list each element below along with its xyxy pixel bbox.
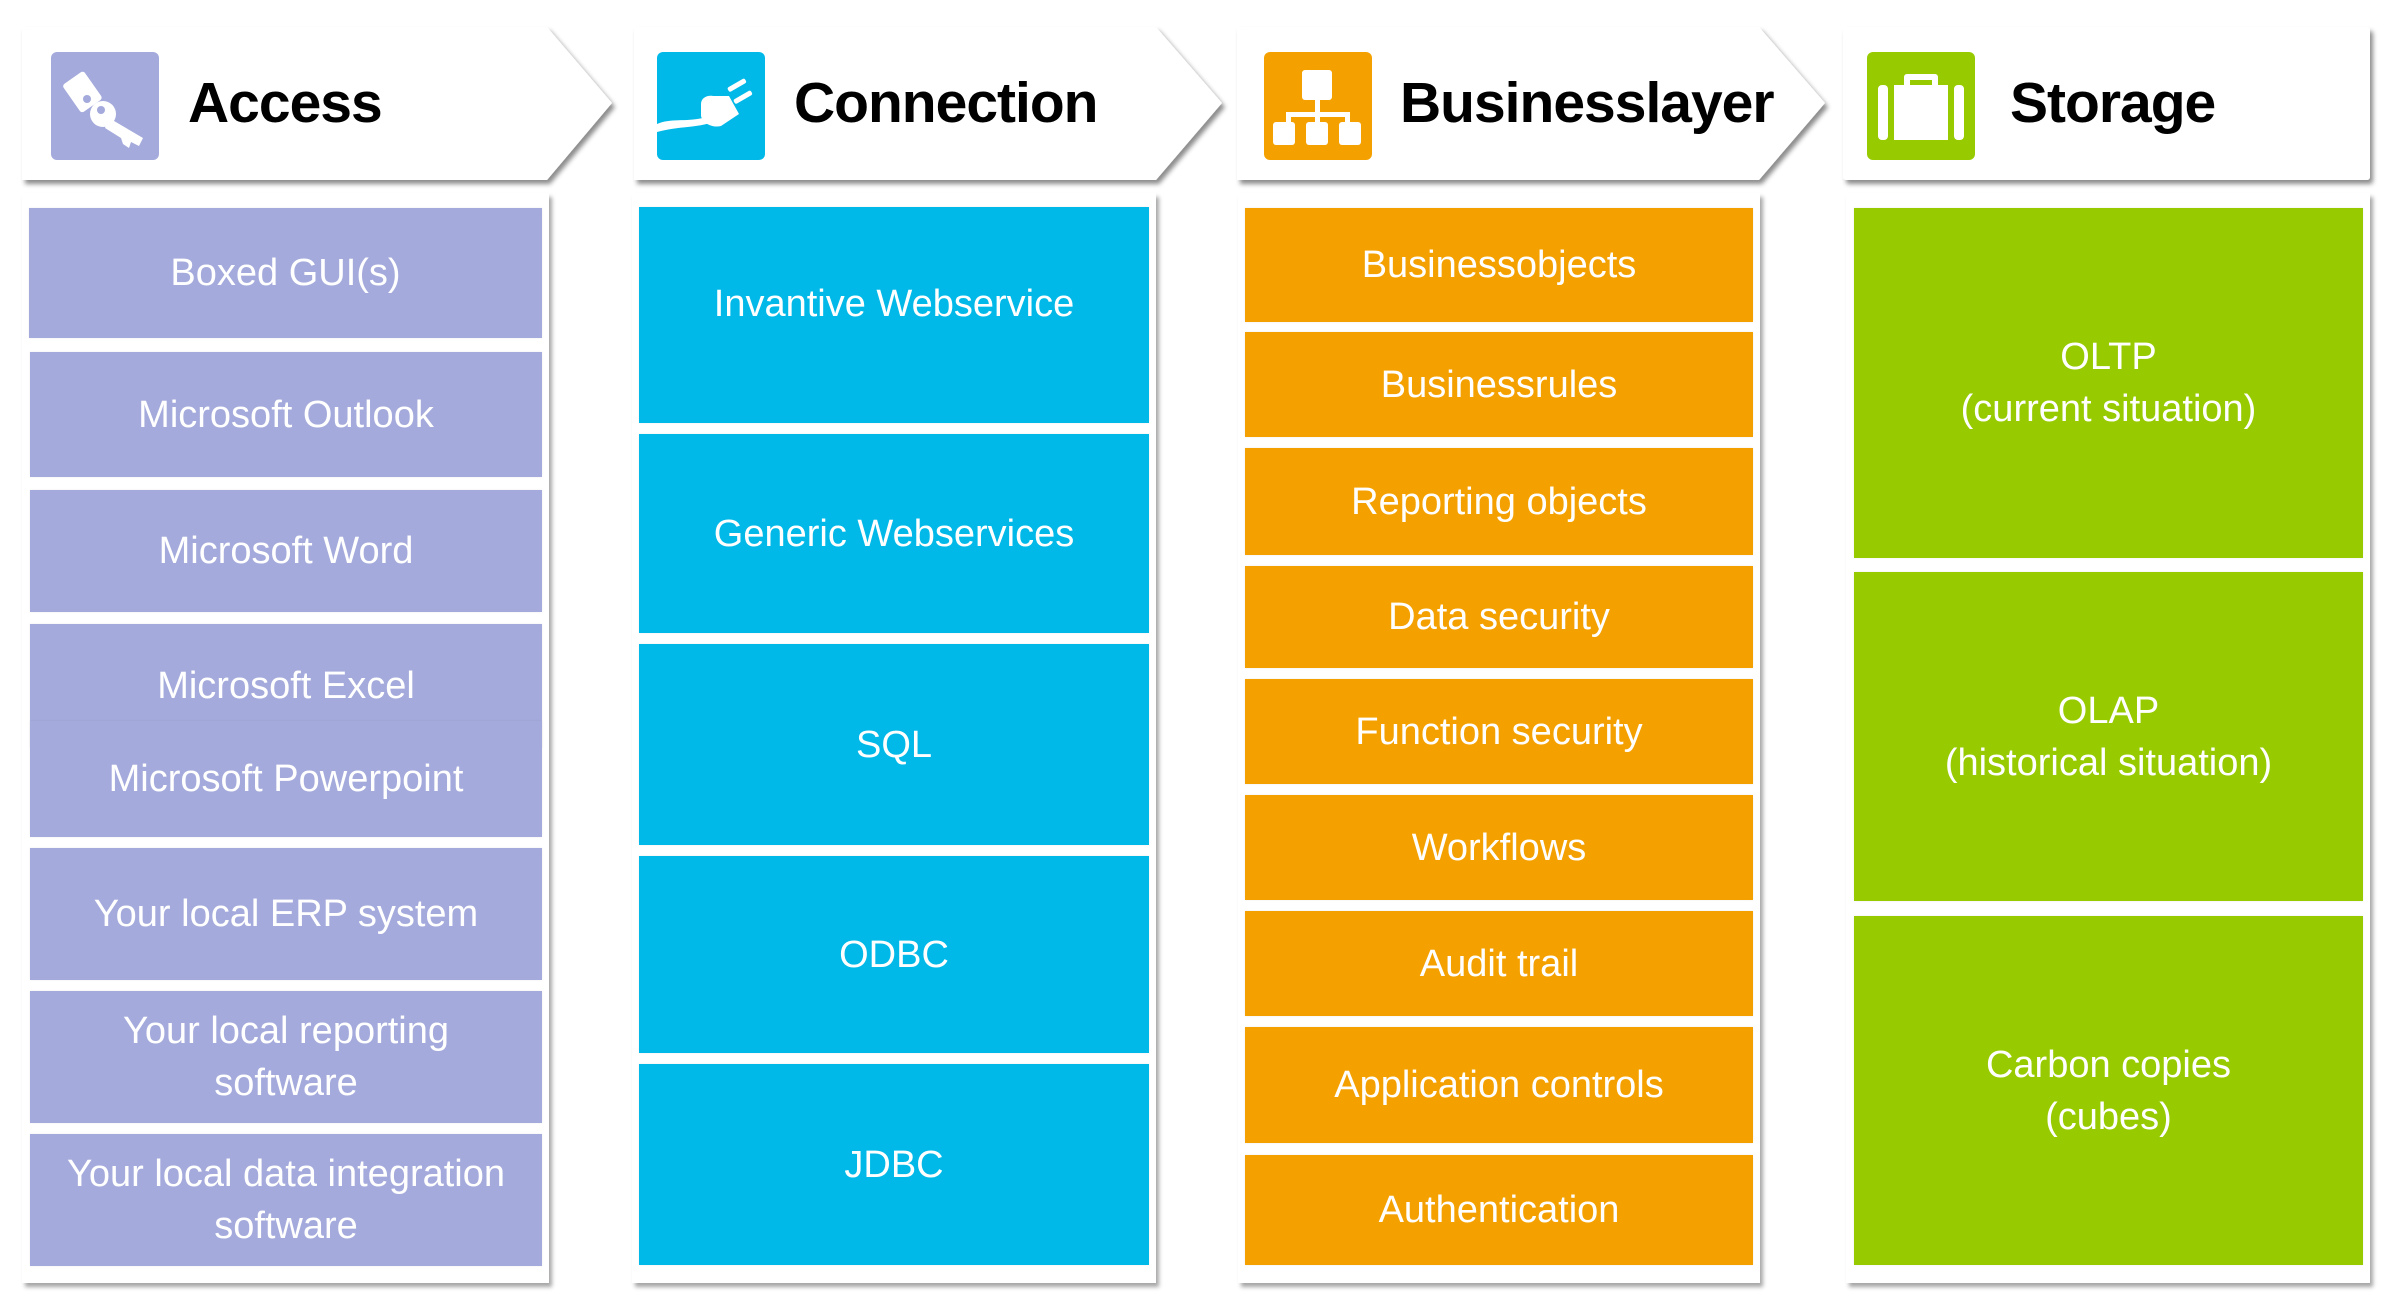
businesslayer-item: Workflows (1245, 795, 1753, 900)
businesslayer-item: Businessrules (1245, 332, 1753, 437)
header-title: Storage (2010, 71, 2216, 135)
businesslayer-item: Reporting objects (1245, 448, 1753, 555)
header-title: Businesslayer (1400, 71, 1775, 135)
briefcase-icon (1867, 52, 1975, 160)
header-access: Access (22, 27, 622, 180)
storage-item: Carbon copies (cubes) (1854, 916, 2363, 1265)
businesslayer-item: Application controls (1245, 1027, 1753, 1143)
businesslayer-item: Data security (1245, 566, 1753, 668)
plug-icon (657, 52, 765, 160)
connection-item: Invantive Webservice (639, 207, 1149, 423)
access-item: Boxed GUI(s) (29, 208, 542, 338)
connection-item: ODBC (639, 856, 1149, 1053)
header-businesslayer: Businesslayer (1237, 27, 1837, 180)
access-item: Your local data integration software (30, 1134, 542, 1266)
connection-item: SQL (639, 644, 1149, 845)
businesslayer-item: Authentication (1245, 1155, 1753, 1265)
header-storage: Storage (1843, 27, 2373, 180)
connection-item: Generic Webservices (639, 434, 1149, 633)
access-item: Microsoft Word (30, 490, 542, 612)
hierarchy-icon (1264, 52, 1372, 160)
businesslayer-item: Function security (1245, 679, 1753, 784)
access-item: Microsoft Powerpoint (30, 721, 542, 837)
connection-item: JDBC (639, 1064, 1149, 1265)
access-item: Your local reporting software (30, 991, 542, 1123)
storage-item: OLAP (historical situation) (1854, 572, 2363, 901)
header-title: Access (188, 71, 383, 135)
businesslayer-item: Businessobjects (1245, 208, 1753, 322)
access-item: Microsoft Outlook (30, 352, 542, 477)
key-icon (51, 52, 159, 160)
header-title: Connection (794, 71, 1098, 135)
businesslayer-item: Audit trail (1245, 911, 1753, 1016)
storage-item: OLTP (current situation) (1854, 208, 2363, 558)
header-connection: Connection (634, 27, 1234, 180)
access-item: Your local ERP system (30, 848, 542, 980)
